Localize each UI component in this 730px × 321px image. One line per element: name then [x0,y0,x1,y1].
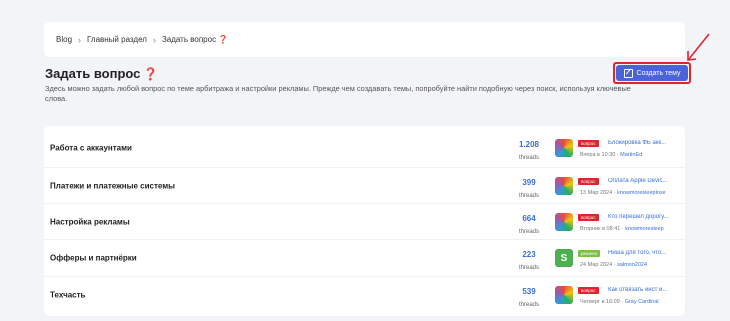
breadcrumb-blog[interactable]: Blog [56,35,72,44]
last-post-meta: 24 Мар 2024 · salmon2024 [580,262,648,268]
page-title-text: Задать вопрос [45,66,141,81]
avatar[interactable] [555,139,573,157]
last-post-meta: Вчера в 10:30 · MartinEd [580,152,643,158]
last-post-user[interactable]: MartinEd [620,152,642,158]
thread-prefix-badge: вопрос [578,287,599,294]
avatar[interactable] [555,213,573,231]
last-post-meta: 13 Мар 2024 · knowmoresleeplose [580,190,666,196]
last-thread-link[interactable]: Кто перешел дорогу... [608,214,684,221]
question-icon: ❓ [143,67,159,81]
forum-row[interactable]: Настройка рекламы 664 threads вопрос Кто пер… [44,203,685,239]
edit-icon [623,68,633,78]
forum-name[interactable]: Офферы и партнёрки [50,253,137,262]
annotation-arrow-icon [687,33,710,61]
thread-prefix-badge: вопрос [578,214,599,221]
thread-count: 664 [522,214,536,223]
thread-count: 223 [522,250,536,259]
breadcrumb-main-section[interactable]: Главный раздел [87,35,147,44]
last-post-date: Четверг в 16:09 [580,299,620,305]
forum-row[interactable]: Работа с аккаунтами 1.208 threads вопрос Бло… [44,130,685,166]
last-post-date: Вторник в 08:41 [580,226,621,232]
avatar[interactable] [555,286,573,304]
forum-row[interactable]: Техчасть 539 threads вопрос Как отвязать инс… [44,276,685,312]
last-thread-link[interactable]: Как отвязать инст и... [608,287,684,294]
thread-count-label: threads [518,302,539,308]
last-post-date: 13 Мар 2024 [580,190,613,196]
thread-prefix-badge: решено [578,250,601,257]
last-post-user[interactable]: knowmoresleep [625,226,664,232]
last-post-user[interactable]: Gray Cardinal [625,299,659,305]
thread-prefix-badge: вопрос [578,140,599,147]
last-post-date: 24 Мар 2024 [580,262,613,268]
thread-count-label: threads [518,193,539,199]
thread-count: 1.208 [518,140,540,149]
thread-count-label: threads [518,229,539,235]
last-post-date: Вчера в 10:30 [580,152,616,158]
forum-row[interactable]: Платежи и платежные системы 399 threads воп… [44,167,685,203]
avatar[interactable] [555,177,573,195]
thread-count: 539 [522,287,536,296]
create-thread-label: Создать тему [636,69,681,77]
forum-name[interactable]: Платежи и платежные системы [50,181,175,190]
forum-name[interactable]: Работа с аккаунтами [50,144,132,153]
chevron-right-icon: › [78,34,82,45]
page-title: Задать вопрос ❓ [45,66,158,81]
thread-count-label: threads [518,155,539,161]
forum-name[interactable]: Настройка рекламы [50,217,130,226]
chevron-right-icon: › [152,34,156,45]
create-thread-highlight: Создать тему [613,62,691,84]
last-post-meta: Вторник в 08:41 · knowmoresleep [580,226,664,232]
forum-name[interactable]: Техчасть [50,290,85,299]
last-thread-link[interactable]: Оплата Apple Devic... [608,178,684,185]
forum-row[interactable]: Офферы и партнёрки 223 threads Sрешено Ниша … [44,239,685,275]
last-post-user[interactable]: knowmoresleeplose [617,190,666,196]
page-description: Здесь можно задать любой вопрос по теме … [45,84,631,103]
last-post-meta: Четверг в 16:09 · Gray Cardinal [580,299,659,305]
create-thread-button[interactable]: Создать тему [616,65,688,81]
breadcrumb-current: Задать вопрос [161,35,217,44]
question-icon: ❓ [218,35,229,44]
thread-count-label: threads [518,265,539,271]
last-thread-link[interactable]: Ниша для того, что... [608,250,684,257]
thread-count: 399 [522,178,536,187]
last-post-user[interactable]: salmon2024 [617,262,647,268]
avatar[interactable]: S [555,249,573,267]
forum-list: Работа с аккаунтами 1.208 threads вопрос Бло… [44,126,685,316]
thread-prefix-badge: вопрос [578,178,599,185]
last-thread-link[interactable]: Блокировка ФБ акк... [608,140,684,147]
breadcrumb: Blog › Главный раздел › Задать вопрос ❓ [44,22,685,57]
